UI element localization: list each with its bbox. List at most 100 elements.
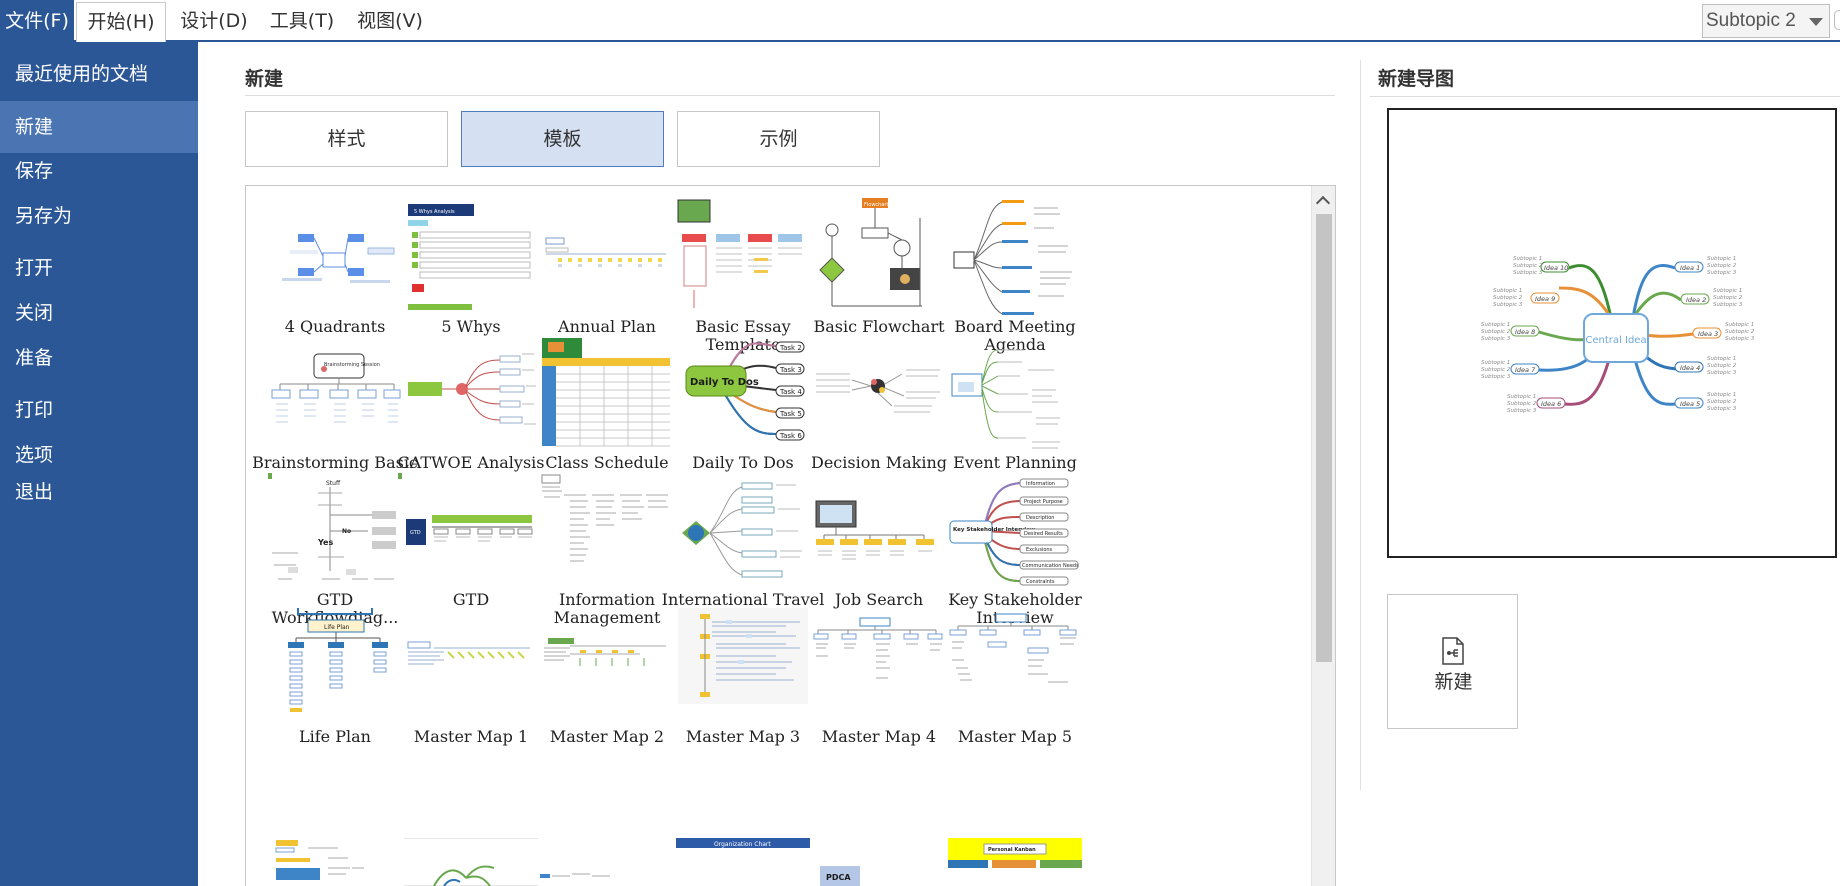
template-thumbnail	[282, 234, 395, 283]
scroll-thumb[interactable]	[1316, 214, 1332, 662]
template-thumbnail	[815, 500, 934, 560]
subtopic-leaf: Subtopic 2	[1725, 329, 1755, 335]
gallery-scrollbar[interactable]	[1311, 186, 1335, 886]
sidebar-item-options[interactable]: 选项	[0, 435, 198, 475]
template-thumbnail	[677, 199, 802, 308]
sidebar-item-exit[interactable]: 退出	[0, 472, 198, 512]
central-idea: Central Idea	[1585, 335, 1646, 346]
template-thumbnail: 5 Whys Analysis	[408, 204, 531, 310]
sidebar-item-recent[interactable]: 最近使用的文档	[0, 54, 198, 94]
sidebar-item-prepare[interactable]: 准备	[0, 338, 198, 378]
help-icon[interactable]	[1834, 10, 1840, 30]
subtopic-leaf: Subtopic 3	[1725, 336, 1755, 342]
subtopic-leaf: Subtopic 2	[1481, 367, 1511, 373]
kanban-title: Personal Kanban	[988, 847, 1036, 853]
subtopic-leaf: Subtopic 3	[1707, 406, 1737, 412]
subtopic-leaf: Subtopic 3	[1513, 270, 1543, 276]
scroll-up-icon[interactable]	[1315, 195, 1331, 211]
template-thumbnail	[542, 338, 670, 447]
idea-9: Idea 9	[1535, 295, 1555, 303]
gtd-no: No	[342, 528, 351, 535]
idea-5: Idea 5	[1680, 400, 1700, 408]
menu-view[interactable]: 视图(V)	[350, 0, 430, 42]
idea-10: Idea 10	[1544, 264, 1568, 272]
subtopic-leaf: Subtopic 1	[1513, 256, 1542, 262]
style-select[interactable]: Subtopic 2	[1702, 4, 1830, 38]
template-thumbnail	[953, 200, 1072, 315]
template-thumbnail: Key Stakeholder Interview Information Pr…	[949, 478, 1079, 586]
idea-8: Idea 8	[1515, 328, 1535, 336]
template-thumbnail	[951, 349, 1060, 449]
preview-mindmap-diagram: Central Idea Idea 10 Idea 9 Idea 8 Idea …	[1481, 256, 1755, 414]
idea-6: Idea 6	[1541, 400, 1561, 408]
subtopic-leaf: Subtopic 1	[1707, 356, 1736, 362]
template-thumbnail	[816, 369, 940, 413]
subtopic-leaf: Subtopic 3	[1707, 370, 1737, 376]
subtopic-leaf: Subtopic 1	[1481, 360, 1510, 366]
menu-design[interactable]: 设计(D)	[172, 0, 256, 42]
template-key-stakeholder[interactable]: Key Stakeholder Interview Information Pr…	[940, 471, 1090, 631]
subtopic-leaf: Subtopic 2	[1707, 363, 1737, 369]
subtopic-leaf: Subtopic 1	[1493, 288, 1522, 294]
sidebar-item-save-as[interactable]: 另存为	[0, 196, 198, 236]
mindmap-preview: Central Idea Idea 10 Idea 9 Idea 8 Idea …	[1387, 108, 1837, 558]
sidebar-item-print[interactable]: 打印	[0, 390, 198, 430]
subtopic-leaf: Subtopic 2	[1513, 263, 1543, 269]
menu-home[interactable]: 开始(H)	[76, 2, 166, 42]
tab-example[interactable]: 示例	[677, 111, 880, 167]
template-partial-1[interactable]	[260, 838, 410, 886]
template-thumbnail: Brainstorming Session	[271, 353, 401, 423]
tab-template[interactable]: 模板	[461, 111, 664, 167]
idea-4: Idea 4	[1680, 364, 1700, 372]
template-thumbnail	[541, 474, 668, 562]
new-map-button[interactable]: 新建	[1387, 594, 1518, 729]
subtopic-leaf: Subtopic 2	[1493, 295, 1523, 301]
subtopic-leaf: Subtopic 1	[1707, 256, 1736, 262]
template-thumbnail	[408, 353, 536, 425]
menu-bar: 文件(F) 开始(H) 设计(D) 工具(T) 视图(V) Subtopic 2	[0, 0, 1840, 42]
gtd-stuff: Stuff	[326, 480, 341, 487]
sidebar-item-save[interactable]: 保存	[0, 151, 198, 191]
menu-file[interactable]: 文件(F)	[0, 0, 74, 42]
subtopic-leaf: Subtopic 1	[1481, 322, 1510, 328]
task-2: Task 2	[779, 344, 802, 352]
subtopic-leaf: Subtopic 3	[1707, 270, 1737, 276]
subtopic-leaf: Subtopic 1	[1707, 392, 1736, 398]
template-partial-2[interactable]	[396, 838, 546, 886]
template-thumbnail: Stuff No Yes	[268, 473, 402, 580]
backstage-sidebar: 最近使用的文档 新建 保存 另存为 打开 关闭 准备 打印 选项 退出	[0, 42, 198, 886]
tab-style[interactable]: 样式	[245, 111, 448, 167]
template-partial-3[interactable]	[532, 838, 682, 886]
gtd-yes: Yes	[317, 538, 333, 547]
template-partial-4[interactable]: Organization Chart	[668, 838, 818, 886]
ks-item-7: Constraints	[1026, 579, 1055, 585]
template-label: Event Planning	[953, 453, 1077, 472]
idea-1: Idea 1	[1680, 264, 1700, 272]
template-thumbnail	[540, 873, 610, 878]
sidebar-item-open[interactable]: 打开	[0, 248, 198, 288]
subtopic-leaf: Subtopic 1	[1507, 394, 1536, 400]
template-thumbnail	[544, 638, 666, 666]
sidebar-item-new[interactable]: 新建	[0, 101, 198, 153]
template-thumbnail: PDCA	[820, 866, 860, 886]
ks-item-2: Project Purpose	[1024, 499, 1063, 505]
template-master-map-5[interactable]: Master Map 5	[940, 608, 1090, 768]
template-partial-5[interactable]: PDCA	[804, 838, 954, 886]
chevron-down-icon[interactable]	[1809, 18, 1823, 26]
task-3: Task 3	[779, 366, 802, 374]
divider	[245, 95, 1335, 96]
template-thumbnail: Organization Chart	[676, 838, 810, 848]
subtopic-leaf: Subtopic 3	[1481, 336, 1511, 342]
subtopic-leaf: Subtopic 3	[1713, 302, 1743, 308]
style-select-value: Subtopic 2	[1706, 10, 1796, 31]
idea-7: Idea 7	[1515, 366, 1536, 374]
subtopic-leaf: Subtopic 1	[1725, 322, 1754, 328]
template-event-planning[interactable]: Event Planning	[940, 334, 1090, 494]
pdca-title: PDCA	[826, 873, 851, 882]
task-6: Task 6	[779, 432, 802, 440]
sidebar-item-close[interactable]: 关闭	[0, 293, 198, 333]
template-partial-6[interactable]: Personal Kanban	[940, 838, 1090, 886]
menu-tools[interactable]: 工具(T)	[264, 0, 340, 42]
page-title: 新建	[245, 68, 284, 90]
task-5: Task 5	[779, 410, 802, 418]
